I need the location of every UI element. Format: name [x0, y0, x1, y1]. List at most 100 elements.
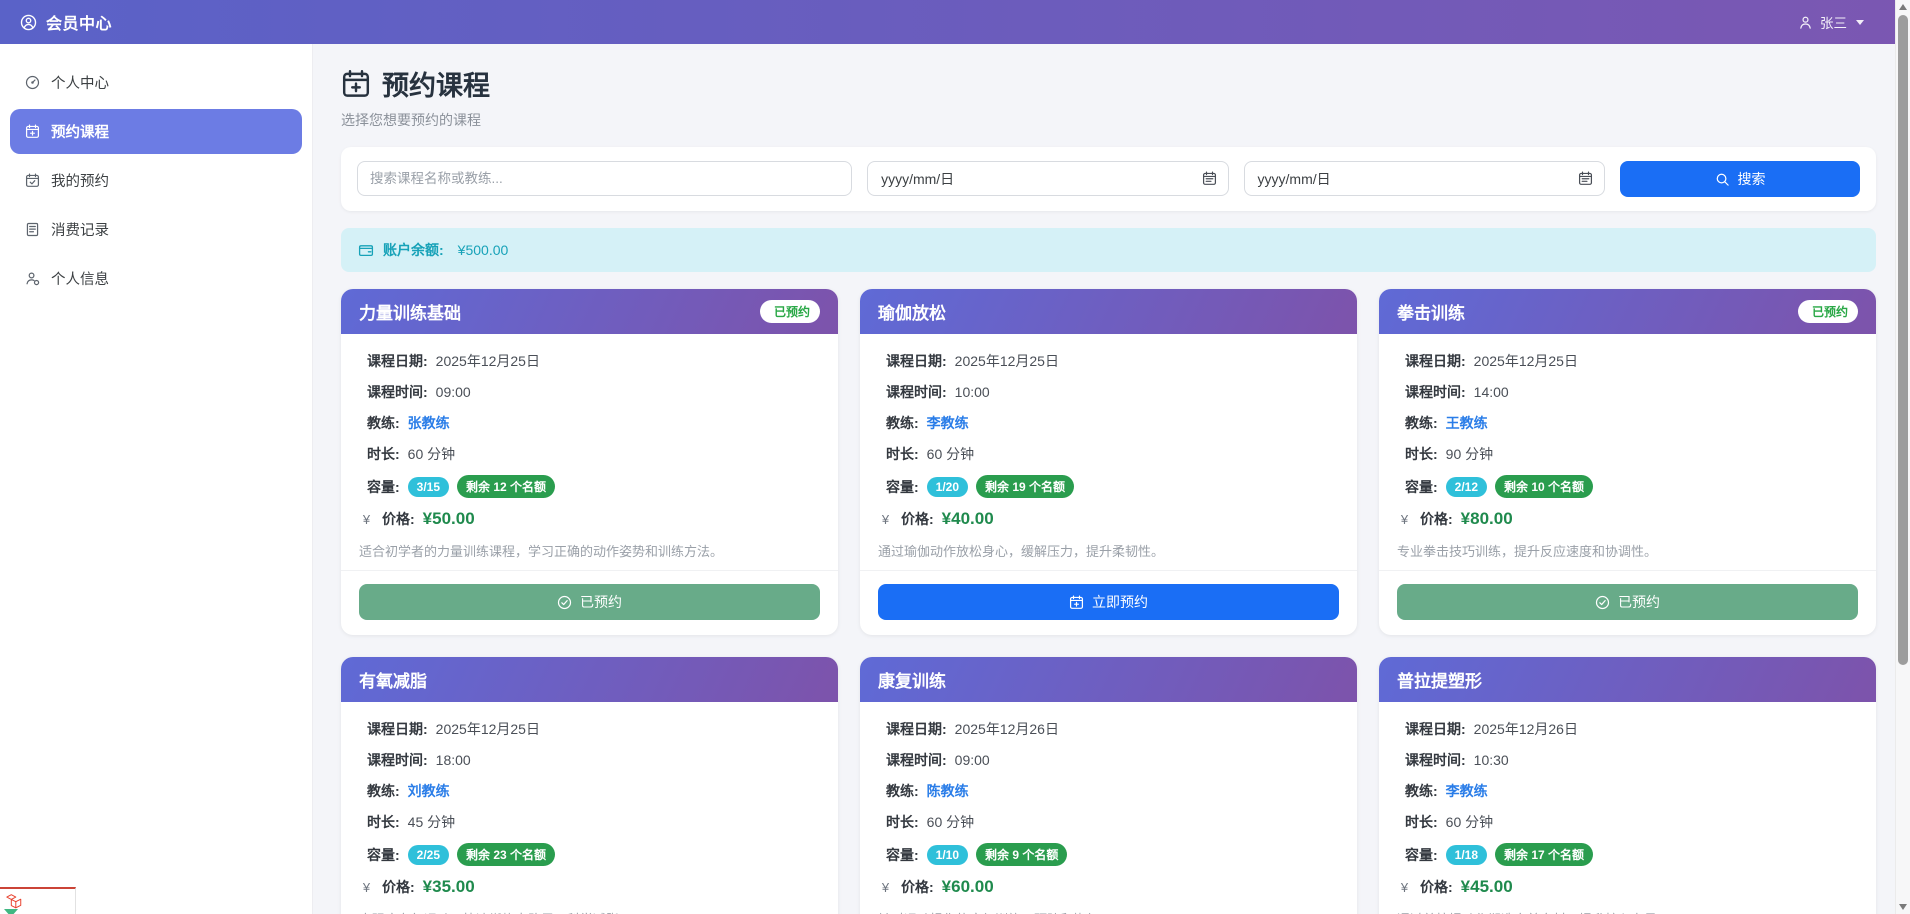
sidebar-item[interactable]: 我的预约: [10, 158, 302, 203]
book-now-button[interactable]: 立即预约: [878, 584, 1339, 621]
coach-link[interactable]: 张教练: [408, 413, 450, 433]
course-time-value: 09:00: [954, 752, 990, 769]
course-date-row: 课程日期: 2025年12月25日: [367, 721, 540, 738]
coach-link[interactable]: 李教练: [1446, 781, 1488, 801]
person-gear-icon: [25, 271, 40, 286]
search-input[interactable]: [357, 161, 853, 196]
course-price-row: ¥ 价格: ¥80.00: [1397, 509, 1858, 529]
course-title: 康复训练: [878, 672, 946, 692]
course-card-header: 康复训练: [860, 657, 1357, 703]
course-description: 适合初学者的力量训练课程，学习正确的动作姿势和训练方法。: [359, 544, 724, 559]
sidebar-item-label: 个人中心: [51, 76, 109, 92]
course-time-row: 课程时间: 09:00: [886, 752, 990, 769]
course-card: 有氧减脂 课程日期: 2025年12月25日 课程时间: 18:00 教练: 刘…: [341, 657, 838, 914]
booked-status-badge: 已预约: [1797, 300, 1858, 323]
remaining-badge: 剩余 10 个名额: [1495, 475, 1594, 498]
app-brand: 会员中心: [20, 10, 112, 34]
sidebar-item[interactable]: 消费记录: [10, 207, 302, 252]
yen-icon: ¥: [881, 511, 890, 527]
main-content: 预约课程 选择您想要预约的课程 yyyy/mm/日 yyyy/mm/日 搜索 账…: [313, 44, 1910, 914]
calendar-check-icon: [25, 173, 40, 188]
course-price-value: ¥45.00: [1460, 877, 1513, 897]
calendar-icon[interactable]: [1578, 171, 1593, 186]
booked-button[interactable]: 已预约: [359, 584, 820, 621]
course-duration-row: 时长: 45 分钟: [367, 814, 456, 831]
page-title-text: 预约课程: [382, 71, 490, 101]
course-price-row: ¥ 价格: ¥40.00: [878, 509, 1339, 529]
booked-status-badge: 已预约: [759, 300, 820, 323]
course-title: 拳击训练: [1397, 304, 1465, 323]
course-time-row: 课程时间: 10:30: [1405, 752, 1509, 769]
course-duration-value: 60 分钟: [407, 446, 456, 462]
course-card-footer: 立即预约: [860, 570, 1357, 635]
sidebar-item-label: 消费记录: [51, 223, 109, 239]
sidebar-item[interactable]: 个人信息: [10, 256, 302, 301]
date-to-value: yyyy/mm/日: [1257, 170, 1331, 187]
course-time-value: 10:00: [954, 384, 990, 400]
search-button[interactable]: 搜索: [1620, 161, 1861, 197]
yen-icon: ¥: [362, 879, 371, 895]
course-card-header: 力量训练基础 已预约: [341, 289, 838, 334]
course-time-row: 课程时间: 09:00: [367, 384, 471, 400]
course-card: 康复训练 课程日期: 2025年12月26日 课程时间: 09:00 教练: 陈…: [860, 657, 1357, 914]
caret-down-icon: [1856, 19, 1864, 25]
course-date-value: 2025年12月25日: [954, 353, 1059, 369]
page-subtitle: 选择您想要预约的课程: [341, 112, 481, 128]
date-to-input[interactable]: yyyy/mm/日: [1243, 161, 1606, 196]
scroll-down-arrow[interactable]: [1899, 904, 1907, 910]
course-duration-row: 时长: 90 分钟: [1405, 446, 1494, 462]
scroll-up-arrow[interactable]: [1899, 4, 1907, 10]
sidebar-item[interactable]: 预约课程: [10, 109, 302, 154]
coach-link[interactable]: 王教练: [1446, 413, 1488, 433]
course-price-value: ¥80.00: [1460, 509, 1513, 528]
date-from-input[interactable]: yyyy/mm/日: [867, 161, 1229, 196]
course-grid: 力量训练基础 已预约 课程日期: 2025年12月25日 课程时间: 09:00…: [341, 289, 1876, 914]
sidebar-item[interactable]: 个人中心: [10, 60, 302, 105]
course-capacity-row: 容量: 3/15 剩余 12 个名额: [359, 475, 820, 498]
remaining-badge: 剩余 23 个名额: [457, 843, 556, 867]
course-duration-row: 时长: 60 分钟: [886, 814, 975, 831]
calendar-icon[interactable]: [1202, 171, 1217, 186]
yen-icon: ¥: [1400, 879, 1409, 895]
coach-link[interactable]: 李教练: [927, 413, 969, 433]
scrollbar-thumb[interactable]: [1898, 15, 1908, 665]
course-duration-row: 时长: 60 分钟: [1405, 814, 1494, 831]
course-time-value: 10:30: [1473, 752, 1509, 769]
calendar-plus-icon: [25, 124, 40, 139]
remaining-badge: 剩余 19 个名额: [976, 475, 1075, 498]
yen-icon: ¥: [362, 511, 371, 527]
course-card-header: 普拉提塑形: [1379, 657, 1876, 703]
coach-link[interactable]: 刘教练: [408, 781, 450, 801]
yen-icon: ¥: [881, 879, 890, 895]
wallet-icon: [358, 242, 374, 258]
course-card-footer: 已预约: [341, 570, 838, 635]
course-time-value: 18:00: [435, 752, 471, 769]
course-price-value: ¥40.00: [941, 509, 994, 528]
course-date-row: 课程日期: 2025年12月25日: [367, 353, 540, 369]
coach-link[interactable]: 陈教练: [927, 781, 969, 801]
page-title: 预约课程: [341, 64, 1876, 103]
course-date-row: 课程日期: 2025年12月26日: [1405, 721, 1578, 738]
capacity-badge: 2/12: [1445, 476, 1488, 497]
laravel-debugbar-badge[interactable]: [0, 887, 76, 914]
user-menu[interactable]: 张三: [1798, 12, 1864, 32]
booked-button[interactable]: 已预约: [1397, 584, 1858, 621]
course-card: 瑜伽放松 课程日期: 2025年12月25日 课程时间: 10:00 教练: 李…: [860, 289, 1357, 636]
remaining-badge: 剩余 9 个名额: [976, 843, 1068, 867]
course-coach-row: 教练: 张教练: [367, 413, 450, 433]
yen-icon: ¥: [1400, 511, 1409, 527]
person-circle-icon: [20, 14, 37, 31]
course-duration-value: 45 分钟: [407, 814, 456, 831]
course-duration-row: 时长: 60 分钟: [886, 446, 975, 462]
person-icon: [1798, 15, 1813, 30]
course-duration-value: 60 分钟: [926, 814, 975, 831]
course-price-row: ¥ 价格: ¥45.00: [1397, 877, 1858, 897]
course-duration-value: 60 分钟: [926, 446, 975, 462]
course-capacity-row: 容量: 1/10 剩余 9 个名额: [878, 843, 1339, 867]
check-circle-icon: [1595, 595, 1610, 610]
sidebar-item-label: 预约课程: [51, 125, 109, 141]
search-button-label: 搜索: [1737, 171, 1766, 187]
course-card-body: 课程日期: 2025年12月25日 课程时间: 09:00 教练: 张教练 时长…: [341, 334, 838, 570]
course-duration-value: 90 分钟: [1445, 446, 1494, 462]
course-time-row: 课程时间: 14:00: [1405, 384, 1509, 400]
